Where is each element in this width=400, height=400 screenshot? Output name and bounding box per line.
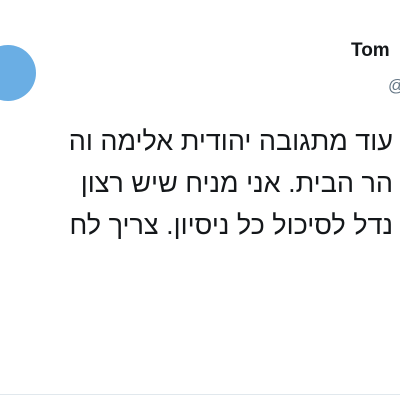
user-handle[interactable]: @ [388, 76, 400, 96]
avatar[interactable] [0, 45, 36, 101]
tweet-text-line: נדל לסיכול כל ניסיון. צריך לח [69, 210, 393, 240]
divider [0, 394, 400, 395]
tweet-text-line: עוד מתגובה יהודית אלימה וה [68, 126, 393, 156]
user-display-name[interactable]: Tom [351, 40, 390, 62]
tweet-text-line: הר הבית. אני מניח שיש רצון [80, 168, 393, 198]
tweet-card: Tom @ עוד מתגובה יהודית אלימה וה הר הבית… [0, 0, 400, 400]
